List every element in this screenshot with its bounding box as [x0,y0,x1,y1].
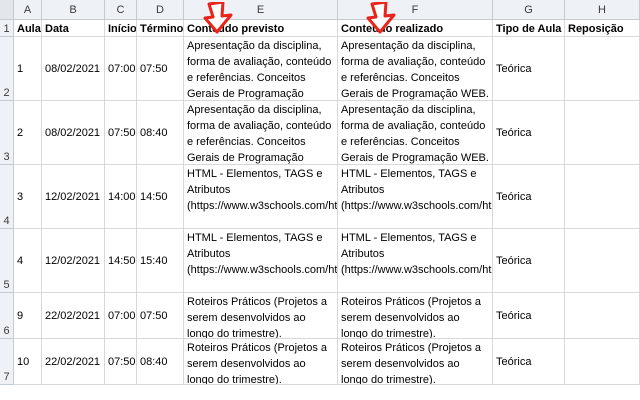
table-cell-data[interactable]: 22/02/2021 [42,293,105,339]
row-number: 6 [3,325,10,337]
row-header-2[interactable]: 2 [0,37,14,101]
table-cell-termino[interactable]: 07:50 [137,293,184,339]
table-cell-inicio[interactable]: 07:00 [105,37,137,101]
red-down-arrow-icon [203,2,233,34]
row-header-3[interactable]: 3 [0,101,14,165]
table-cell-tipo[interactable]: Teórica [493,339,565,385]
column-header-g[interactable]: G [493,0,565,20]
table-cell-tipo[interactable]: Teórica [493,37,565,101]
table-cell-realizado[interactable]: HTML - Elementos, TAGS e Atributos (http… [338,165,493,229]
row-header-5[interactable]: 5 [0,229,14,293]
table-cell-inicio[interactable]: 07:00 [105,293,137,339]
row-header-7[interactable]: 7 [0,339,14,385]
select-all-corner[interactable] [0,0,14,20]
table-cell-termino[interactable]: 14:50 [137,165,184,229]
table-cell-termino[interactable]: 07:50 [137,37,184,101]
table-cell-inicio[interactable]: 14:00 [105,165,137,229]
table-cell-data[interactable]: 12/02/2021 [42,229,105,293]
table-cell-realizado[interactable]: Apresentação da disciplina, forma de ava… [338,101,493,165]
spreadsheet: A B C D E F G H 1 2 3 4 5 6 7 Aula Data Início Término Cont… [0,0,640,400]
header-cell[interactable]: Data [42,20,105,37]
table-cell-tipo[interactable]: Teórica [493,229,565,293]
row-number: 3 [3,151,10,163]
column-header-d[interactable]: D [137,0,184,20]
table-cell-data[interactable]: 12/02/2021 [42,165,105,229]
table-cell-data[interactable]: 08/02/2021 [42,37,105,101]
table-cell-aula[interactable]: 4 [14,229,42,293]
table-cell-tipo[interactable]: Teórica [493,293,565,339]
table-cell-previsto[interactable]: Apresentação da disciplina, forma de ava… [184,37,338,101]
table-cell-tipo[interactable]: Teórica [493,165,565,229]
column-header-h[interactable]: H [565,0,640,20]
row-header-1[interactable]: 1 [0,20,14,37]
table-cell-aula[interactable]: 1 [14,37,42,101]
column-header-b[interactable]: B [42,0,105,20]
table-cell-reposicao[interactable] [565,339,640,385]
table-cell-previsto[interactable]: Roteiros Práticos (Projetos a serem dese… [184,293,338,339]
column-header-c[interactable]: C [105,0,137,20]
red-down-arrow-icon [366,2,396,34]
table-cell-previsto[interactable]: Apresentação da disciplina, forma de ava… [184,101,338,165]
column-header-a[interactable]: A [14,0,42,20]
table-cell-inicio[interactable]: 07:50 [105,339,137,385]
table-cell-inicio[interactable]: 14:50 [105,229,137,293]
table-cell-realizado[interactable]: Roteiros Práticos (Projetos a serem dese… [338,339,493,385]
table-cell-data[interactable]: 22/02/2021 [42,339,105,385]
table-cell-tipo[interactable]: Teórica [493,101,565,165]
table-cell-previsto[interactable]: HTML - Elementos, TAGS e Atributos (http… [184,165,338,229]
table-cell-termino[interactable]: 15:40 [137,229,184,293]
row-header-6[interactable]: 6 [0,293,14,339]
row-number: 7 [3,371,10,383]
table-cell-inicio[interactable]: 07:50 [105,101,137,165]
table-cell-previsto[interactable]: HTML - Elementos, TAGS e Atributos (http… [184,229,338,293]
row-number: 1 [3,23,10,35]
header-cell[interactable]: Término [137,20,184,37]
table-cell-realizado[interactable]: Roteiros Práticos (Projetos a serem dese… [338,293,493,339]
row-number: 2 [3,87,10,99]
table-cell-aula[interactable]: 10 [14,339,42,385]
table-cell-termino[interactable]: 08:40 [137,339,184,385]
header-cell[interactable]: Reposição [565,20,640,37]
table-cell-realizado[interactable]: Apresentação da disciplina, forma de ava… [338,37,493,101]
row-header-4[interactable]: 4 [0,165,14,229]
table-cell-reposicao[interactable] [565,37,640,101]
row-number: 5 [3,279,10,291]
table-cell-aula[interactable]: 3 [14,165,42,229]
table-cell-termino[interactable]: 08:40 [137,101,184,165]
table-cell-previsto[interactable]: Roteiros Práticos (Projetos a serem dese… [184,339,338,385]
table-cell-reposicao[interactable] [565,229,640,293]
table-cell-aula[interactable]: 2 [14,101,42,165]
table-cell-realizado[interactable]: HTML - Elementos, TAGS e Atributos (http… [338,229,493,293]
row-number: 4 [3,215,10,227]
table-cell-aula[interactable]: 9 [14,293,42,339]
header-cell[interactable]: Tipo de Aula [493,20,565,37]
table-cell-reposicao[interactable] [565,293,640,339]
table-cell-reposicao[interactable] [565,101,640,165]
header-cell[interactable]: Aula [14,20,42,37]
header-cell[interactable]: Início [105,20,137,37]
table-cell-data[interactable]: 08/02/2021 [42,101,105,165]
table-cell-reposicao[interactable] [565,165,640,229]
